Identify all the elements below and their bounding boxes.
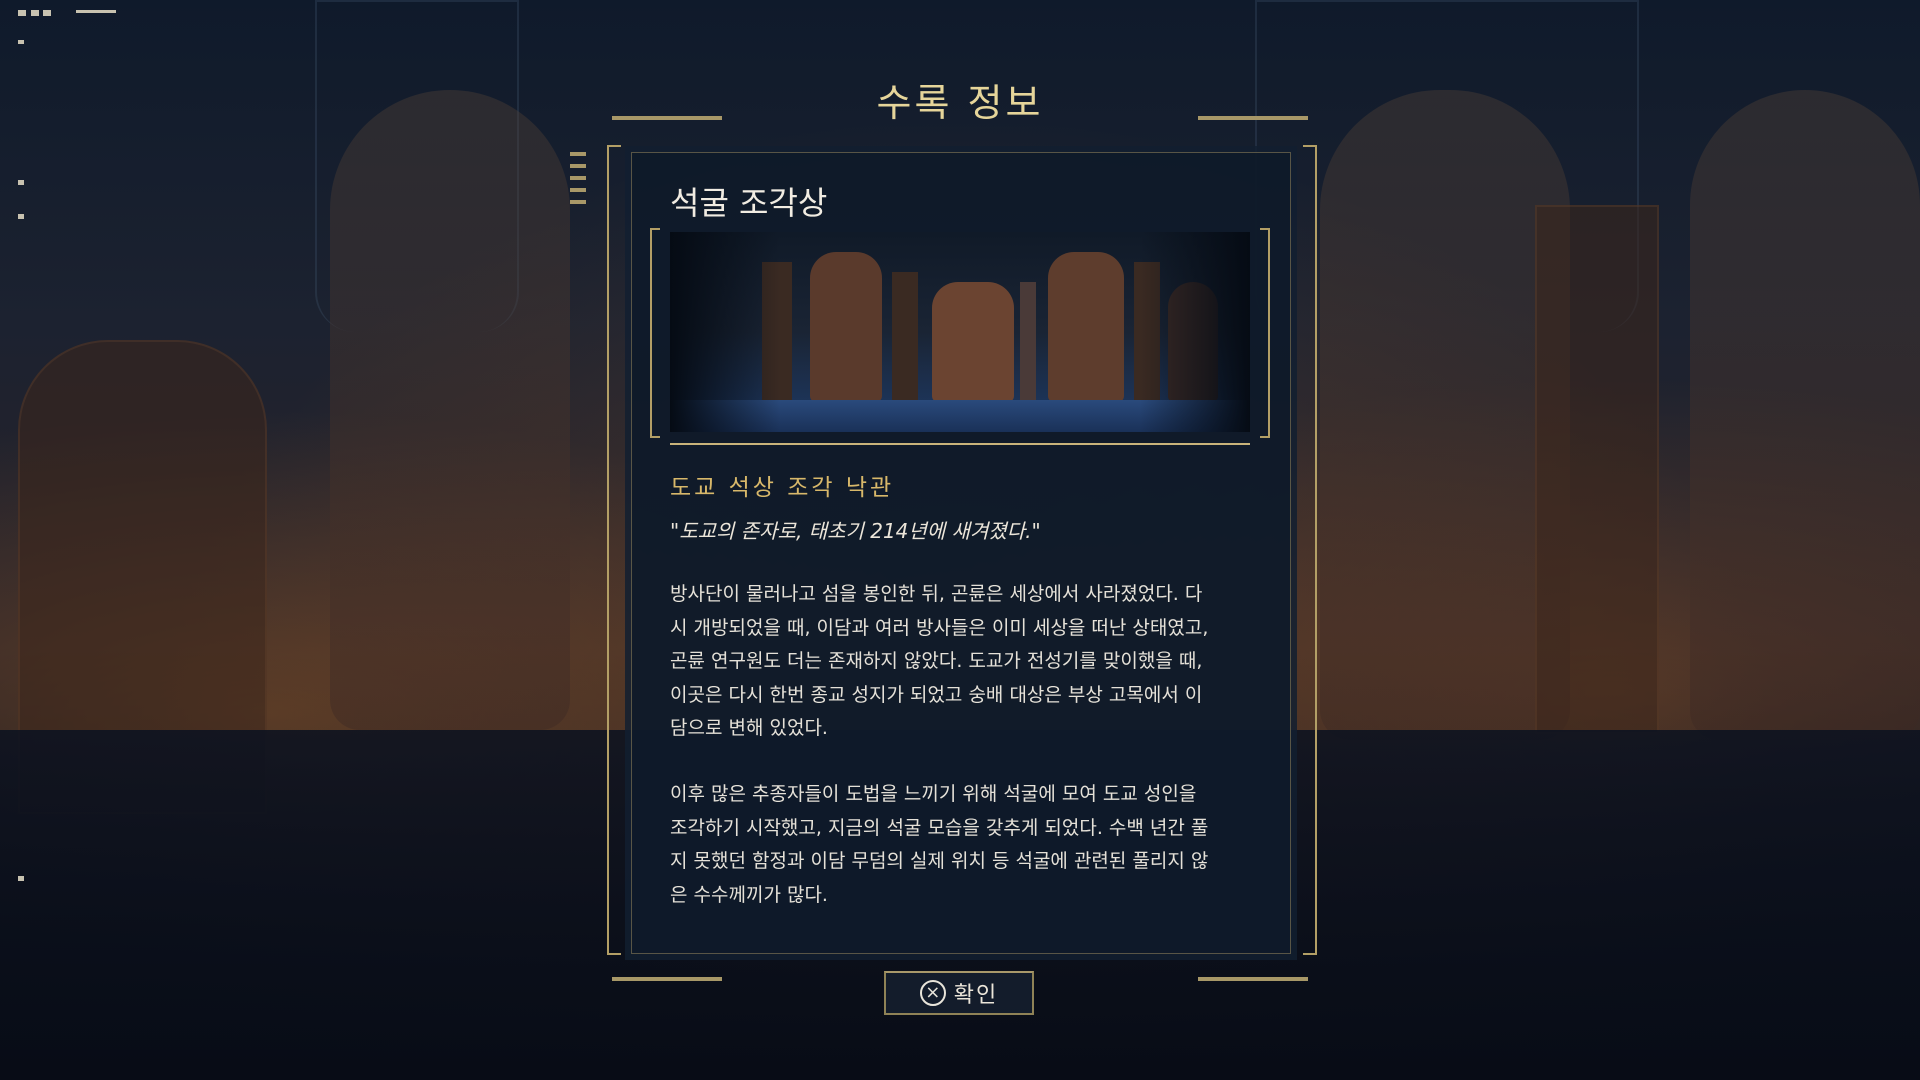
hud-indicator-dot — [18, 180, 24, 185]
image-bracket-right — [1260, 228, 1270, 438]
entry-name: 석굴 조각상 — [670, 184, 828, 222]
statue-far-right-figure — [1690, 90, 1920, 740]
hud-indicator-dot — [18, 40, 24, 44]
entry-quote: "도교의 존자로, 태초기 214년에 새겨졌다." — [670, 519, 1041, 543]
scene-pillar — [892, 272, 918, 402]
title-rule-left — [612, 116, 722, 120]
hud-indicator-dot — [43, 10, 51, 16]
entry-paragraph: 방사단이 물러나고 섬을 봉인한 뒤, 곤륜은 세상에서 사라졌었다. 다 시 … — [670, 583, 1209, 739]
hud-indicator-dot — [18, 214, 24, 219]
scroll-tick-marks — [570, 152, 586, 212]
frame-corner — [1303, 145, 1317, 161]
hud-indicator-dot — [18, 876, 24, 881]
carved-pillar-right — [1535, 205, 1659, 734]
image-divider — [670, 443, 1250, 445]
frame-corner — [607, 145, 621, 161]
bottom-rule-left — [612, 977, 722, 981]
scene-statue — [810, 252, 882, 402]
hud-indicator-dot — [18, 10, 26, 16]
confirm-button[interactable]: × 확인 — [884, 971, 1034, 1015]
confirm-label: 확인 — [953, 983, 999, 1008]
scene-vignette-left — [670, 232, 780, 432]
bottom-rule-right — [1198, 977, 1308, 981]
scene-vignette-right — [1140, 232, 1250, 432]
cross-button-icon: × — [919, 980, 946, 1006]
scene-pillar — [1020, 282, 1036, 402]
cave-statues-scene-image — [670, 232, 1250, 432]
hud-indicator-dot — [31, 10, 39, 16]
statue-left-figure — [330, 90, 570, 730]
title-rule-right — [1198, 116, 1308, 120]
scene-statue — [1048, 252, 1124, 402]
entry-subtitle: 도교 석상 조각 낙관 — [670, 475, 895, 501]
image-bracket-left — [650, 228, 660, 438]
scene-statue — [932, 282, 1014, 402]
window-title: 수록 정보 — [876, 81, 1044, 125]
hud-indicator-line — [76, 10, 116, 13]
frame-corner — [1303, 939, 1317, 955]
statue-right-figure — [1320, 90, 1570, 740]
frame-corner — [607, 939, 621, 955]
entry-paragraph: 이후 많은 추종자들이 도법을 느끼기 위해 석굴에 모여 도교 성인을 조각하… — [670, 783, 1209, 906]
